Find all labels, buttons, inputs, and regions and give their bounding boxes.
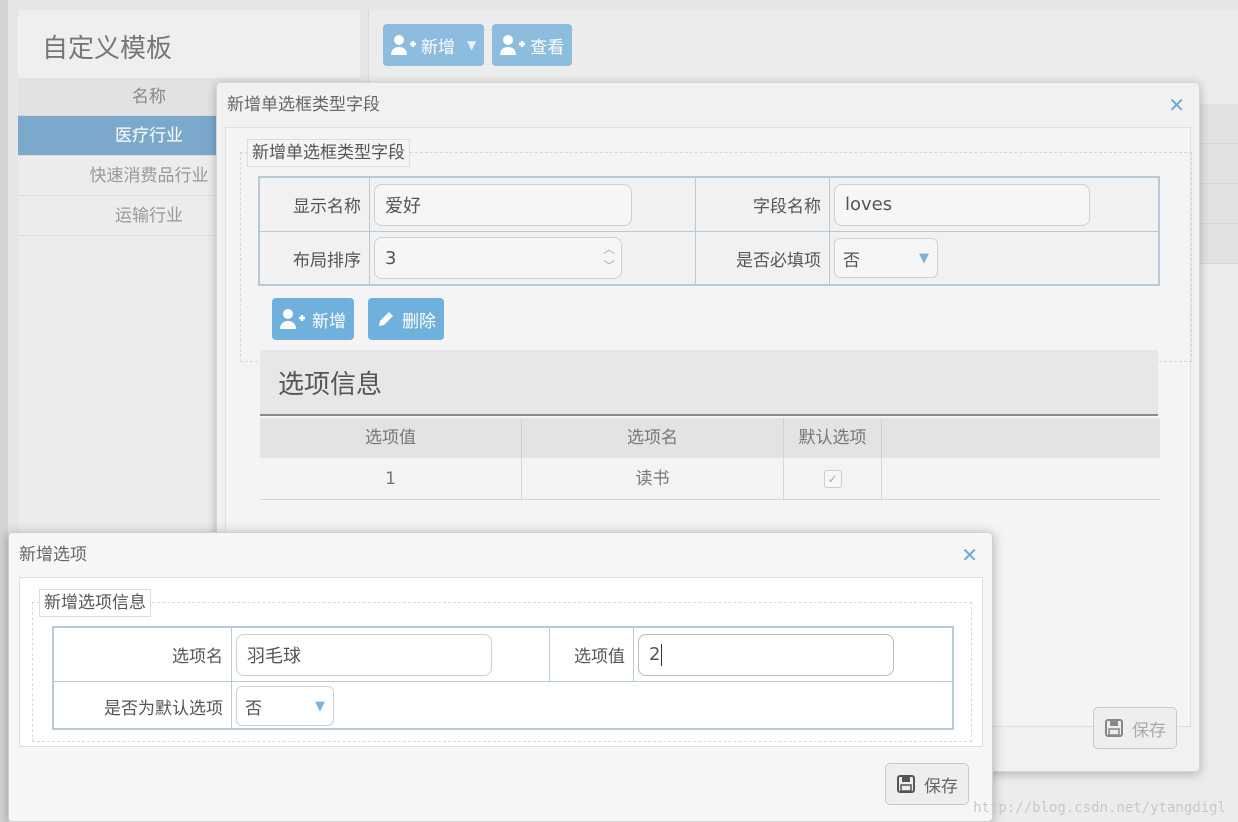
save-option-label: 保存 xyxy=(924,776,958,797)
sidebar-title: 自定义模板 xyxy=(18,10,360,78)
column-header-default[interactable]: 默认选项 xyxy=(784,418,882,458)
save-field-label: 保存 xyxy=(1132,720,1166,741)
add-dropdown-button[interactable]: 新增 ▼ xyxy=(383,24,485,66)
bg-row xyxy=(1200,224,1238,264)
column-header-value[interactable]: 选项值 xyxy=(260,418,522,458)
option-name-cell: 羽毛球 xyxy=(232,628,550,681)
option-name-label: 选项名 xyxy=(54,628,232,681)
default-checkbox[interactable]: ✓ xyxy=(823,470,842,488)
dialog-title-bar[interactable]: 新增选项 ✕ xyxy=(9,533,992,577)
sidebar-header-label: 名称 xyxy=(132,87,166,107)
required-cell: 否 ▼ xyxy=(830,232,1158,284)
dialog-title: 新增单选框类型字段 xyxy=(227,95,380,115)
text-cursor xyxy=(661,643,663,666)
bg-row xyxy=(1200,104,1238,144)
form-row: 布局排序 3 ︿ ﹀ 是否必填项 否 ▼ xyxy=(260,232,1158,284)
is-default-label: 是否为默认选项 xyxy=(54,682,232,730)
display-name-cell: 爱好 xyxy=(370,178,696,231)
close-icon[interactable]: ✕ xyxy=(1168,83,1185,127)
table-row[interactable]: 1 读书 ✓ xyxy=(260,458,1160,500)
view-button[interactable]: 查看 xyxy=(492,24,573,66)
add-user-icon xyxy=(280,309,305,329)
grid-header: 选项值 选项名 默认选项 xyxy=(260,418,1160,458)
pencil-icon xyxy=(379,312,393,326)
delete-option-button[interactable]: 删除 xyxy=(368,298,444,340)
spinner-buttons: ︿ ﹀ xyxy=(603,241,615,275)
add-option-button[interactable]: 新增 xyxy=(272,298,354,340)
field-name-cell: loves xyxy=(830,178,1158,231)
sort-order-cell: 3 ︿ ﹀ xyxy=(370,232,696,284)
window-edge xyxy=(0,0,8,822)
display-name-label: 显示名称 xyxy=(260,178,370,231)
form-row: 是否为默认选项 否 ▼ xyxy=(54,682,952,730)
fieldset-legend: 新增选项信息 xyxy=(39,589,151,617)
option-value-input[interactable]: 2 xyxy=(638,633,894,676)
option-value-label: 选项值 xyxy=(550,628,634,681)
chevron-down-icon: ▼ xyxy=(315,698,325,714)
required-label: 是否必填项 xyxy=(696,232,830,284)
option-form-table: 选项名 羽毛球 选项值 2 是否为默认选项 否 ▼ xyxy=(52,626,954,730)
cell-default: ✓ xyxy=(784,458,882,499)
add-option-dialog: 新增选项 ✕ 新增选项信息 选项名 羽毛球 选项值 2 是否为默认选项 否 ▼ … xyxy=(8,532,993,822)
options-grid: 选项值 选项名 默认选项 1 读书 ✓ xyxy=(260,418,1160,500)
save-field-button[interactable]: 保存 xyxy=(1093,707,1177,749)
dialog-body: 新增选项信息 选项名 羽毛球 选项值 2 是否为默认选项 否 ▼ xyxy=(19,577,983,747)
add-button-label: 新增 xyxy=(421,37,455,58)
column-header-filler xyxy=(882,418,1160,458)
bg-row xyxy=(1200,184,1238,224)
floppy-disk-icon xyxy=(1105,719,1123,737)
chevron-down-icon: ▼ xyxy=(919,250,929,266)
field-name-label: 字段名称 xyxy=(696,178,830,231)
is-default-value: 否 xyxy=(245,698,262,719)
required-select[interactable]: 否 ▼ xyxy=(834,238,938,278)
column-header-name[interactable]: 选项名 xyxy=(522,418,784,458)
field-name-input[interactable]: loves xyxy=(834,183,1090,226)
display-name-input[interactable]: 爱好 xyxy=(374,183,632,226)
caret-down-icon: ▼ xyxy=(467,38,477,52)
close-icon[interactable]: ✕ xyxy=(961,533,978,577)
dialog-title-bar[interactable]: 新增单选框类型字段 ✕ xyxy=(217,83,1199,127)
form-row: 选项名 羽毛球 选项值 2 xyxy=(54,628,952,682)
add-option-label: 新增 xyxy=(312,311,346,332)
is-default-select[interactable]: 否 ▼ xyxy=(236,686,334,726)
watermark: http://blog.csdn.net/ytangdigl xyxy=(973,800,1226,816)
sort-order-label: 布局排序 xyxy=(260,232,370,284)
option-value-cell: 2 xyxy=(634,628,952,681)
cell-option-name: 读书 xyxy=(522,458,784,499)
dialog-title: 新增选项 xyxy=(19,545,87,565)
main-toolbar: 新增 ▼ 查看 xyxy=(383,24,573,66)
option-value-text: 2 xyxy=(649,644,661,665)
add-user-icon xyxy=(391,35,416,55)
view-button-label: 查看 xyxy=(530,37,565,58)
required-select-value: 否 xyxy=(843,250,860,271)
field-form-table: 显示名称 爱好 字段名称 loves 布局排序 3 ︿ ﹀ 是否必填项 否 ▼ xyxy=(258,176,1160,286)
chevron-down-icon[interactable]: ﹀ xyxy=(603,258,615,275)
floppy-disk-icon xyxy=(897,775,915,793)
options-section-title: 选项信息 xyxy=(260,350,1158,416)
sort-order-spinner[interactable]: 3 ︿ ﹀ xyxy=(374,237,622,279)
chevron-up-icon[interactable]: ︿ xyxy=(603,241,615,258)
is-default-cell: 否 ▼ xyxy=(232,682,952,730)
save-option-button[interactable]: 保存 xyxy=(885,763,969,805)
fieldset-legend: 新增单选框类型字段 xyxy=(247,139,410,167)
sort-order-value: 3 xyxy=(385,247,397,269)
delete-option-label: 删除 xyxy=(402,311,436,332)
option-name-input[interactable]: 羽毛球 xyxy=(236,633,492,676)
cell-option-value: 1 xyxy=(260,458,522,499)
bg-row xyxy=(1200,144,1238,184)
add-user-icon xyxy=(500,35,526,55)
form-row: 显示名称 爱好 字段名称 loves xyxy=(260,178,1158,232)
